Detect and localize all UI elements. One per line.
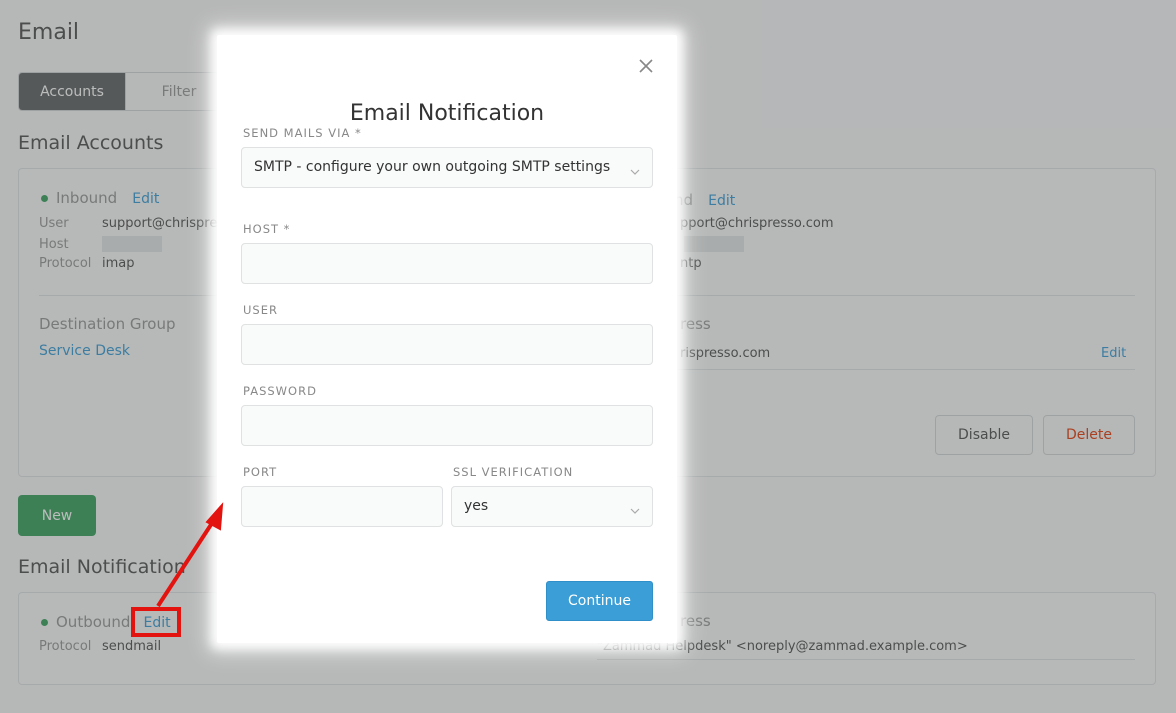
annotation-arrow — [156, 502, 224, 608]
